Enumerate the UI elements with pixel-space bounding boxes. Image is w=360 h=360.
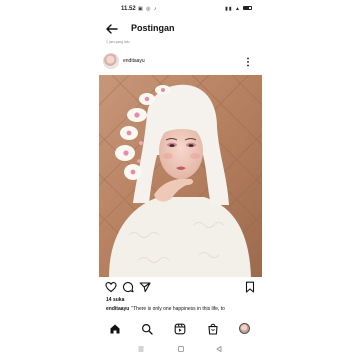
post-photo[interactable] bbox=[99, 75, 262, 277]
arrow-left-icon[interactable] bbox=[105, 22, 119, 36]
caption-username[interactable]: enditaayu bbox=[106, 306, 129, 312]
caption-text: "There is only one happiness in this lif… bbox=[131, 306, 225, 312]
bottom-navigation bbox=[99, 320, 262, 338]
status-bar: 11.52 ▣ ◎ ♪ ▮▮ ▲ bbox=[99, 5, 262, 15]
system-navigation-bar bbox=[99, 343, 262, 355]
post-username[interactable]: enditaayu bbox=[123, 58, 145, 64]
heart-icon[interactable] bbox=[105, 281, 117, 293]
battery-icon bbox=[243, 6, 252, 10]
post-caption: enditaayu "There is only one happiness in… bbox=[106, 306, 256, 312]
status-app-icons: ▣ ◎ ♪ bbox=[138, 6, 158, 12]
reels-icon[interactable] bbox=[174, 323, 186, 335]
profile-avatar[interactable] bbox=[239, 323, 251, 335]
post-header: enditaayu bbox=[99, 53, 262, 71]
send-icon[interactable] bbox=[139, 281, 151, 293]
more-vertical-icon[interactable] bbox=[245, 56, 251, 68]
shop-icon[interactable] bbox=[207, 323, 219, 335]
comment-icon[interactable] bbox=[122, 281, 134, 293]
avatar[interactable] bbox=[103, 53, 119, 69]
post-actions bbox=[99, 281, 262, 295]
page-header: Postingan bbox=[99, 20, 262, 38]
instagram-post-screen: 11.52 ▣ ◎ ♪ ▮▮ ▲ Postingan 1 jam yang la… bbox=[99, 0, 262, 360]
post-timestamp: 1 jam yang lalu bbox=[106, 40, 130, 44]
system-home-icon[interactable] bbox=[177, 345, 185, 353]
recents-icon[interactable] bbox=[137, 345, 145, 353]
bookmark-icon[interactable] bbox=[244, 281, 256, 293]
search-icon[interactable] bbox=[141, 323, 153, 335]
home-icon[interactable] bbox=[109, 323, 121, 335]
page-title: Postingan bbox=[131, 23, 175, 33]
signal-icon: ▮▮ ▲ bbox=[225, 6, 241, 12]
status-signal-icons: ▮▮ ▲ bbox=[225, 6, 252, 12]
like-count[interactable]: 14 suka bbox=[106, 297, 124, 303]
status-time: 11.52 bbox=[121, 6, 136, 12]
system-back-icon[interactable] bbox=[215, 345, 223, 353]
avatar bbox=[239, 323, 250, 334]
